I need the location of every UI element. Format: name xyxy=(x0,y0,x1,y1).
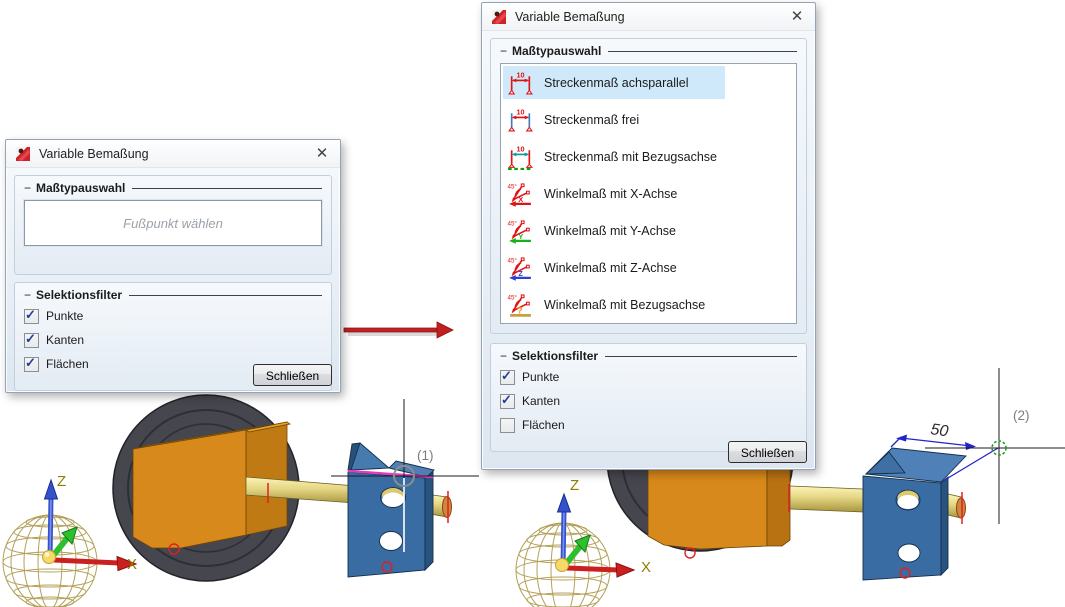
checkbox-flaechen[interactable] xyxy=(500,417,515,433)
z-axis-label-right: Z xyxy=(570,477,579,494)
svg-text:45°: 45° xyxy=(508,294,518,301)
checkbox-label: Kanten xyxy=(46,333,85,347)
list-item-label: Streckenmaß frei xyxy=(544,112,640,127)
angle-bracket-left[interactable] xyxy=(347,442,435,578)
checkbox-punkte[interactable] xyxy=(24,307,39,324)
list-item-winkelmass-y[interactable]: 45° Y Winkelmaß mit Y-Achse xyxy=(501,212,796,249)
group-rule xyxy=(608,50,797,52)
angle-x-axis-icon: 45° X xyxy=(508,183,531,207)
footpoint-select-field[interactable]: Fußpunkt wählen xyxy=(23,199,323,247)
svg-text:Z: Z xyxy=(518,269,523,278)
list-item-label: Winkelmaß mit Bezugsachse xyxy=(544,297,706,312)
svg-text:X: X xyxy=(518,195,523,204)
titlebar[interactable]: Variable Bemaßung ✕ xyxy=(482,3,815,31)
list-item-label: Streckenmaß mit Bezugsachse xyxy=(544,149,717,164)
checkbox-punkte[interactable] xyxy=(500,368,515,385)
x-axis-arrow-right[interactable] xyxy=(566,562,636,578)
collapse-icon[interactable]: − xyxy=(24,288,31,302)
dialog-variable-bemassung-initial: Variable Bemaßung ✕ − Maßtypauswahl Fußp… xyxy=(5,139,341,393)
svg-text:45°: 45° xyxy=(508,257,518,264)
svg-text:?: ? xyxy=(517,305,523,315)
z-axis-arrow-right[interactable] xyxy=(556,492,572,567)
checkbox-label: Kanten xyxy=(522,394,561,408)
list-item-label: Winkelmaß mit Y-Achse xyxy=(544,223,676,238)
svg-text:45°: 45° xyxy=(508,220,518,227)
z-axis-label-left: Z xyxy=(57,473,66,490)
svg-text:10: 10 xyxy=(516,107,524,116)
linear-reference-axis-icon: 10 xyxy=(507,144,534,170)
group-label: Maßtypauswahl xyxy=(512,44,602,58)
list-item-winkelmass-x[interactable]: 45° X Winkelmaß mit X-Achse xyxy=(501,175,796,212)
titlebar[interactable]: Variable Bemaßung ✕ xyxy=(6,140,340,168)
group-masstypauswahl: − Maßtypauswahl 10 Streckenmaß achsparal… xyxy=(490,38,807,334)
list-item-label: Winkelmaß mit Z-Achse xyxy=(544,260,677,275)
linear-axis-parallel-icon: 10 xyxy=(508,70,533,95)
checkbox-label: Punkte xyxy=(46,309,84,323)
origin-ball-right[interactable] xyxy=(555,558,569,572)
checkbox-row-kanten: Kanten xyxy=(24,328,322,352)
close-button[interactable]: Schließen xyxy=(253,364,332,386)
close-icon[interactable]: ✕ xyxy=(310,142,334,166)
list-item-label: Winkelmaß mit X-Achse xyxy=(544,186,678,201)
checkbox-row-flaechen: Flächen xyxy=(500,413,797,437)
transition-arrow xyxy=(343,321,454,339)
angle-reference-axis-icon: 45° ? xyxy=(508,294,531,317)
group-label: Selektionsfilter xyxy=(512,349,599,363)
checkbox-label: Flächen xyxy=(522,418,565,432)
group-rule xyxy=(132,187,322,189)
linear-free-icon: 10 xyxy=(508,107,533,132)
svg-text:45°: 45° xyxy=(508,183,518,190)
origin-ball-left[interactable] xyxy=(42,550,56,564)
checkbox-kanten[interactable] xyxy=(500,392,515,409)
angle-y-axis-icon: 45° Y xyxy=(508,220,531,244)
close-icon[interactable]: ✕ xyxy=(785,5,809,29)
group-selektionsfilter: − Selektionsfilter Punkte Kanten Flächen xyxy=(490,343,807,452)
list-item-winkelmass-bezugsachse[interactable]: 45° ? Winkelmaß mit Bezugsachse xyxy=(501,286,796,323)
svg-text:10: 10 xyxy=(516,70,524,79)
dimension-value[interactable]: 50 xyxy=(929,421,949,440)
dimension-type-list: 10 Streckenmaß achsparallel 10 Streckenm… xyxy=(500,63,797,324)
group-label: Maßtypauswahl xyxy=(36,181,126,195)
group-masstypauswahl: − Maßtypauswahl Fußpunkt wählen xyxy=(14,175,332,275)
footpoint-placeholder: Fußpunkt wählen xyxy=(123,215,223,231)
collapse-icon[interactable]: − xyxy=(24,181,31,195)
dialog-title: Variable Bemaßung xyxy=(515,9,625,24)
z-axis-arrow-left[interactable] xyxy=(43,478,59,559)
svg-text:Y: Y xyxy=(518,232,523,241)
app-dimension-icon xyxy=(16,146,30,161)
list-item-streckenmass-frei[interactable]: 10 Streckenmaß frei xyxy=(501,101,796,138)
group-rule xyxy=(605,355,797,357)
dialog-title: Variable Bemaßung xyxy=(39,146,149,161)
list-item-winkelmass-z[interactable]: 45° Z Winkelmaß mit Z-Achse xyxy=(501,249,796,286)
checkbox-row-kanten: Kanten xyxy=(500,389,797,413)
list-item-label: Streckenmaß achsparallel xyxy=(544,75,689,90)
app-dimension-icon xyxy=(492,9,506,24)
point-label-2: (2) xyxy=(1013,408,1030,423)
svg-text:10: 10 xyxy=(516,144,524,153)
list-item-streckenmass-bezugsachse[interactable]: 10 Streckenmaß mit Bezugsachse xyxy=(501,138,796,175)
collapse-icon[interactable]: − xyxy=(500,349,507,363)
checkbox-label: Flächen xyxy=(46,357,89,371)
angle-z-axis-icon: 45° Z xyxy=(508,257,531,281)
checkbox-flaechen[interactable] xyxy=(24,355,39,372)
collapse-icon[interactable]: − xyxy=(500,44,507,58)
group-label: Selektionsfilter xyxy=(36,288,123,302)
x-axis-label-right: X xyxy=(641,559,651,576)
scene-left: Z X (1) xyxy=(2,394,479,607)
origin-ball-highlight xyxy=(44,552,50,557)
list-item-streckenmass-achsparallel[interactable]: 10 Streckenmaß achsparallel xyxy=(501,64,796,101)
checkbox-row-punkte: Punkte xyxy=(24,304,322,328)
checkbox-kanten[interactable] xyxy=(24,331,39,348)
checkbox-row-punkte: Punkte xyxy=(500,365,797,389)
group-rule xyxy=(129,294,322,296)
checkbox-label: Punkte xyxy=(522,370,560,384)
close-button[interactable]: Schließen xyxy=(728,441,807,463)
x-axis-label-left: X xyxy=(127,556,137,573)
dialog-variable-bemassung-expanded: Variable Bemaßung ✕ − Maßtypauswahl 10 S… xyxy=(481,2,816,470)
point-label-1: (1) xyxy=(417,448,434,463)
